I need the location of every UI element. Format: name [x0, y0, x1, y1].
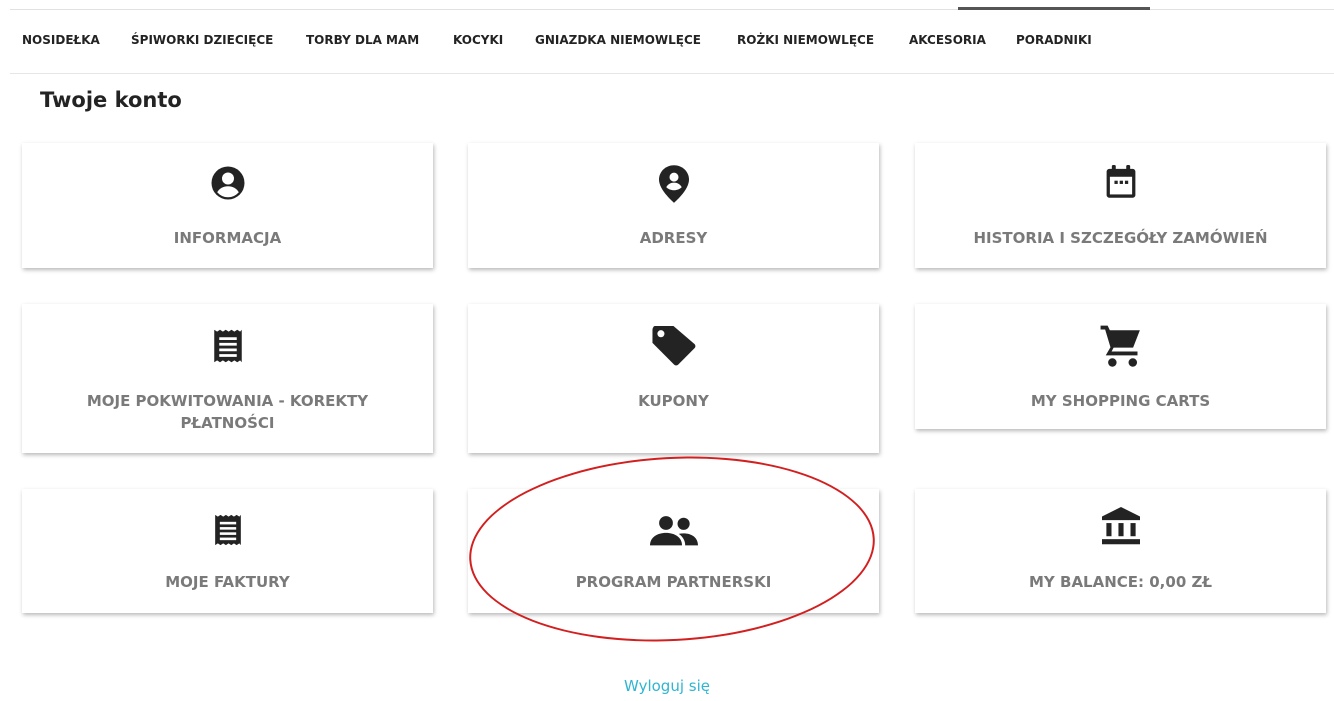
- nav-item-akcesoria[interactable]: AKCESORIA: [909, 33, 986, 47]
- tile-addresses[interactable]: ADRESY: [468, 143, 879, 268]
- tile-label: INFORMACJA: [173, 229, 282, 247]
- nav-item-nosidelka[interactable]: NOSIDEŁKA: [22, 33, 100, 47]
- nav-item-poradniki[interactable]: PORADNIKI: [1016, 33, 1092, 47]
- nav-divider: [10, 73, 1334, 74]
- shopping-cart-icon: [1100, 324, 1142, 372]
- receipt-icon: [214, 512, 242, 552]
- tile-order-history[interactable]: HISTORIA I SZCZEGÓŁY ZAMÓWIEŃ: [915, 143, 1326, 268]
- nav-item-gniazdka[interactable]: GNIAZDKA NIEMOWLĘCE: [535, 33, 701, 47]
- tile-partner-program[interactable]: PROGRAM PARTNERSKI: [468, 489, 879, 613]
- nav-item-kocyki[interactable]: KOCYKI: [453, 33, 503, 47]
- nav-item-rozki[interactable]: ROŻKI NIEMOWLĘCE: [737, 33, 874, 47]
- tile-label: MY BALANCE: 0,00 ZŁ: [1029, 573, 1212, 591]
- logout-link[interactable]: Wyloguj się: [0, 677, 1334, 695]
- tile-shopping-carts[interactable]: MY SHOPPING CARTS: [915, 304, 1326, 429]
- nav-item-torby[interactable]: TORBY DLA MAM: [306, 33, 419, 47]
- tile-label: MOJE FAKTURY: [165, 573, 290, 591]
- tile-label: ADRESY: [639, 229, 708, 247]
- tile-receipts[interactable]: MOJE POKWITOWANIA - KOREKTY PŁATNOŚCI: [22, 304, 433, 453]
- tile-invoices[interactable]: MOJE FAKTURY: [22, 489, 433, 613]
- tile-label: HISTORIA I SZCZEGÓŁY ZAMÓWIEŃ: [973, 229, 1268, 247]
- nav-item-spiworki[interactable]: ŚPIWORKI DZIECIĘCE: [131, 33, 273, 47]
- tile-balance[interactable]: MY BALANCE: 0,00 ZŁ: [915, 489, 1326, 613]
- calendar-icon: [1105, 165, 1137, 203]
- tile-label: MY SHOPPING CARTS: [1030, 392, 1211, 410]
- tile-label: MOJE POKWITOWANIA - KOREKTY PŁATNOŚCI: [86, 392, 369, 432]
- tile-information[interactable]: INFORMACJA: [22, 143, 433, 268]
- tile-label: PROGRAM PARTNERSKI: [575, 573, 772, 591]
- map-pin-icon: [658, 165, 689, 207]
- top-accent-bar: [958, 7, 1150, 10]
- receipt-icon: [213, 328, 243, 368]
- bank-icon: [1101, 507, 1140, 549]
- group-icon: [649, 515, 698, 551]
- page-title: Twoje konto: [40, 88, 182, 112]
- tile-coupons[interactable]: KUPONY: [468, 304, 879, 453]
- tile-label: KUPONY: [638, 392, 709, 410]
- account-circle-icon: [210, 165, 246, 205]
- tag-icon: [651, 325, 696, 370]
